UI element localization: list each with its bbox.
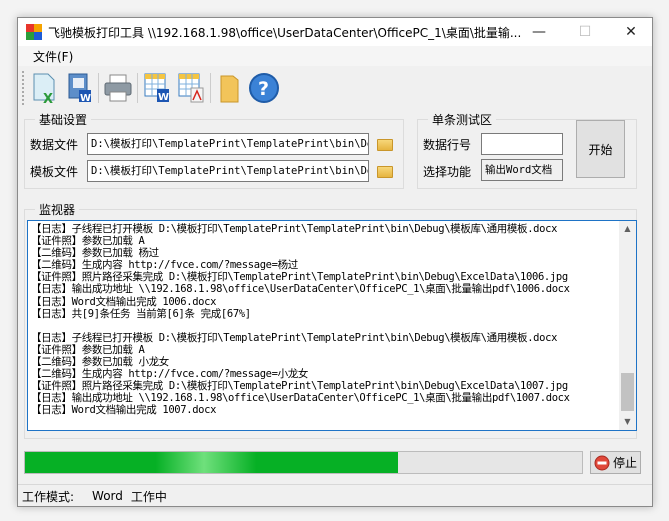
maximize-button[interactable]: ☐: [562, 18, 608, 46]
log-line: 【日志】子线程已打开模板 D:\模板打印\TemplatePrint\Templ…: [31, 223, 558, 235]
log-line: 【证件照】参数已加载 A: [31, 343, 145, 356]
minimize-button[interactable]: —: [516, 18, 562, 46]
table-to-pdf-icon[interactable]: [174, 69, 208, 107]
function-label: 选择功能: [423, 165, 472, 179]
svg-text:W: W: [80, 93, 91, 104]
svg-text:W: W: [158, 92, 169, 103]
mode-value: Word: [92, 489, 123, 503]
svg-text:X: X: [43, 92, 53, 104]
monitor-legend: 监视器: [39, 203, 76, 217]
log-line: 【证件照】照片路径采集完成 D:\模板打印\TemplatePrint\Temp…: [31, 380, 568, 393]
log-line: 【二维码】参数已加载 杨过: [31, 247, 159, 260]
toolbar-separator: [98, 73, 99, 103]
mode-label: 工作模式:: [22, 489, 75, 504]
scroll-up-icon[interactable]: ▲: [619, 221, 636, 237]
template-file-browse-icon[interactable]: [377, 166, 393, 178]
stop-icon: [594, 455, 610, 470]
log-line: 【二维码】生成内容 http://fvce.com/?message=小龙女: [31, 368, 309, 381]
close-button[interactable]: ✕: [608, 18, 654, 46]
row-number-label: 数据行号: [423, 138, 472, 152]
log-line: 【日志】子线程已打开模板 D:\模板打印\TemplatePrint\Templ…: [31, 331, 558, 344]
function-select[interactable]: 输出Word文档: [481, 159, 563, 181]
log-scrollbar[interactable]: ▲ ▼: [619, 221, 636, 430]
log-line: 【日志】Word文档输出完成 1007.docx: [31, 404, 217, 417]
toolbar-separator: [210, 73, 211, 103]
scroll-down-icon[interactable]: ▼: [619, 414, 636, 430]
row-number-input[interactable]: [481, 133, 563, 155]
log-lines: 【日志】子线程已打开模板 D:\模板打印\TemplatePrint\Templ…: [31, 223, 618, 417]
log-line: 【日志】共[9]条任务 当前第[6]条 完成[67%]: [31, 307, 251, 320]
log-line: 【证件照】参数已加载 A: [31, 235, 145, 248]
window-title: 飞驰模板打印工具 \\192.168.1.98\office\UserDataC…: [48, 25, 522, 40]
work-state: 工作中: [130, 489, 167, 504]
stop-button[interactable]: 停止: [590, 451, 641, 474]
single-test-legend: 单条测试区: [432, 113, 493, 127]
progress-fill: [25, 452, 399, 473]
log-line: 【证件照】照片路径采集完成 D:\模板打印\TemplatePrint\Temp…: [31, 271, 568, 284]
menu-bar: 文件(F): [18, 46, 652, 66]
folder-icon[interactable]: [213, 69, 247, 107]
toolbar: X W W ?: [18, 66, 652, 110]
toolbar-separator: [137, 73, 138, 103]
start-button[interactable]: 开始: [576, 120, 625, 178]
excel-doc-icon[interactable]: X: [28, 69, 62, 107]
data-file-browse-icon[interactable]: [377, 139, 393, 151]
log-line: 【二维码】生成内容 http://fvce.com/?message=杨过: [31, 259, 298, 272]
menu-file[interactable]: 文件(F): [33, 48, 73, 65]
data-file-label: 数据文件: [30, 138, 79, 152]
status-bar: 工作模式: Word 工作中: [18, 484, 652, 507]
svg-text:?: ?: [258, 78, 269, 100]
basic-settings-legend: 基础设置: [39, 113, 88, 127]
printer-icon[interactable]: [101, 69, 135, 107]
table-to-word-icon[interactable]: W: [140, 69, 174, 107]
word-book-icon[interactable]: W: [62, 69, 96, 107]
data-file-input[interactable]: D:\模板打印\TemplatePrint\TemplatePrint\bin\…: [87, 133, 369, 155]
progress-bar: [24, 451, 583, 474]
template-file-input[interactable]: D:\模板打印\TemplatePrint\TemplatePrint\bin\…: [87, 160, 369, 182]
log-line: 【日志】输出成功地址 \\192.168.1.98\office\UserDat…: [31, 392, 570, 405]
stop-label: 停止: [612, 456, 637, 470]
log-line: 【二维码】参数已加载 小龙女: [31, 356, 169, 369]
scroll-thumb[interactable]: [621, 373, 634, 411]
template-file-label: 模板文件: [30, 165, 79, 179]
app-window: 飞驰模板打印工具 \\192.168.1.98\office\UserDataC…: [17, 17, 653, 507]
app-logo-icon: [26, 24, 42, 40]
toolbar-grip[interactable]: [22, 71, 24, 105]
log-line: 【日志】输出成功地址 \\192.168.1.98\office\UserDat…: [31, 283, 570, 296]
log-line: 【日志】Word文档输出完成 1006.docx: [31, 295, 217, 308]
help-icon[interactable]: ?: [247, 69, 281, 107]
title-bar: 飞驰模板打印工具 \\192.168.1.98\office\UserDataC…: [18, 18, 652, 46]
log-textarea[interactable]: 【日志】子线程已打开模板 D:\模板打印\TemplatePrint\Templ…: [27, 220, 637, 431]
